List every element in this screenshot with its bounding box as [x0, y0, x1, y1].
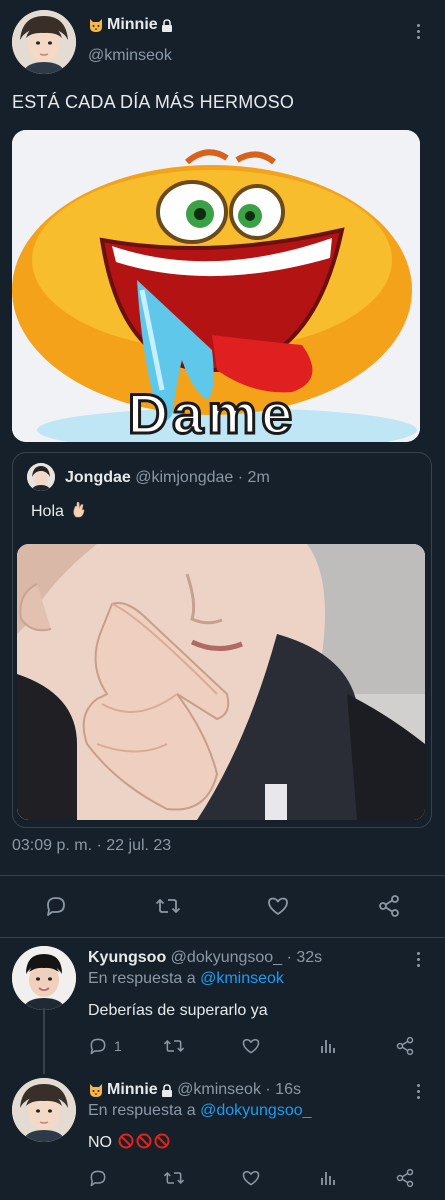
- reply-author-handle[interactable]: @kminseok: [177, 1081, 261, 1099]
- retweet-button[interactable]: [155, 894, 181, 918]
- cat-face-icon: [88, 1082, 104, 1098]
- share-icon: [396, 1036, 414, 1056]
- meme-caption: Dame: [128, 382, 297, 442]
- no-entry-icon: [154, 1133, 170, 1149]
- reply-author-name[interactable]: Kyungsoo: [88, 949, 166, 967]
- share-button[interactable]: [377, 894, 401, 918]
- retweet-icon: [163, 1171, 185, 1185]
- reply-header: Minnie @kminseok · 16s: [88, 1081, 301, 1099]
- meme-image[interactable]: Dame: [12, 130, 420, 442]
- divider: [0, 937, 445, 938]
- share-button[interactable]: [395, 1168, 415, 1188]
- bar-chart-icon: [321, 1172, 335, 1185]
- retweet-button[interactable]: [163, 1168, 185, 1188]
- quoted-tweet-time: · 2m: [237, 469, 270, 486]
- reply-icon: [90, 1038, 106, 1055]
- quoted-tweet-photo[interactable]: [17, 544, 425, 820]
- replying-to: En respuesta a @dokyungsoo_: [88, 1102, 312, 1120]
- no-entry-icon: [118, 1133, 134, 1149]
- lock-icon: [161, 18, 173, 32]
- like-icon: [242, 1039, 260, 1054]
- thread-line: [43, 1008, 45, 1074]
- author-name[interactable]: Minnie: [88, 16, 173, 34]
- quoted-tweet-header: Jongdae @kimjongdae · 2m: [65, 469, 270, 487]
- reply-author-handle[interactable]: @dokyungsoo_: [171, 949, 282, 967]
- retweet-icon: [155, 898, 181, 914]
- like-button[interactable]: [241, 1036, 261, 1056]
- quoted-tweet[interactable]: Jongdae @kimjongdae · 2m Hola: [12, 452, 432, 828]
- replying-to: En respuesta a @kminseok: [88, 970, 284, 988]
- retweet-button[interactable]: [163, 1036, 185, 1056]
- quoted-tweet-text-row: Hola: [31, 501, 87, 521]
- reply-author-name[interactable]: Minnie: [107, 1081, 158, 1099]
- share-icon: [379, 895, 399, 917]
- avatar: [27, 463, 55, 491]
- like-button[interactable]: [241, 1168, 261, 1188]
- replying-to-label: En respuesta a: [88, 1102, 196, 1119]
- reply-icon: [90, 1170, 106, 1187]
- share-button[interactable]: [395, 1036, 415, 1056]
- reply-icon: [47, 897, 65, 916]
- views-button[interactable]: [318, 1168, 338, 1188]
- tweet-timestamp[interactable]: 03:09 p. m. · 22 jul. 23: [12, 837, 171, 855]
- quoted-author-name: Jongdae: [65, 469, 131, 486]
- reply-time: · 16s: [265, 1081, 301, 1098]
- reply-header: Kyungsoo @dokyungsoo_ · 32s: [88, 949, 322, 967]
- reply-button[interactable]: [88, 1168, 114, 1188]
- avatar[interactable]: [12, 1078, 76, 1142]
- reply-text-row: NO: [88, 1133, 170, 1152]
- retweet-icon: [163, 1039, 185, 1053]
- like-icon: [242, 1171, 260, 1186]
- views-button[interactable]: [318, 1036, 338, 1056]
- reply-text: Deberías de superarlo ya: [88, 1002, 268, 1019]
- author-handle[interactable]: @kminseok: [88, 47, 172, 65]
- replying-to-label: En respuesta a: [88, 970, 196, 987]
- hand-emoji-icon: [71, 501, 87, 519]
- like-icon: [268, 897, 288, 915]
- quoted-tweet-text: Hola: [31, 503, 64, 520]
- quoted-author-handle: @kimjongdae: [135, 469, 234, 486]
- share-icon: [396, 1168, 414, 1188]
- reply-text: NO: [88, 1134, 112, 1151]
- replying-to-handle[interactable]: @kminseok: [200, 970, 284, 987]
- avatar[interactable]: [12, 10, 76, 74]
- tweet-text: ESTÁ CADA DÍA MÁS HERMOSO: [12, 92, 295, 112]
- lock-icon: [161, 1083, 173, 1097]
- author-display-name: Minnie: [107, 16, 158, 33]
- reply-button[interactable]: 1: [88, 1036, 122, 1056]
- more-icon[interactable]: [408, 946, 428, 972]
- reply-time: · 32s: [286, 949, 323, 966]
- avatar[interactable]: [12, 946, 76, 1010]
- cat-face-icon: [88, 17, 104, 33]
- more-icon[interactable]: [408, 18, 428, 44]
- bar-chart-icon: [321, 1040, 335, 1053]
- like-button[interactable]: [266, 894, 290, 918]
- reply-button[interactable]: [44, 894, 68, 918]
- divider: [0, 875, 445, 876]
- reply-count: 1: [114, 1038, 122, 1054]
- more-icon[interactable]: [408, 1078, 428, 1104]
- no-entry-icon: [136, 1133, 152, 1149]
- replying-to-handle[interactable]: @dokyungsoo_: [200, 1102, 311, 1119]
